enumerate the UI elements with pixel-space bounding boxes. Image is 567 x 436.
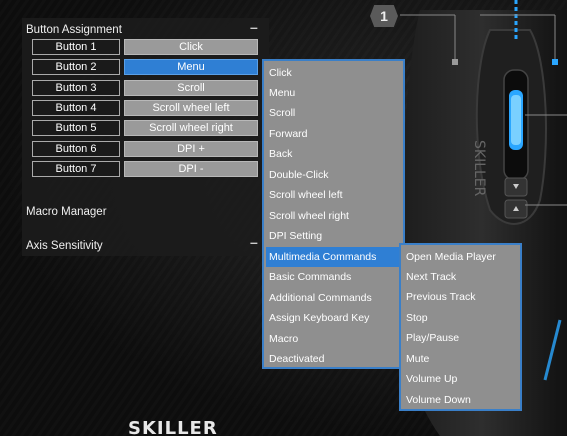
submenu-item-volume-down[interactable]: Volume Down — [403, 390, 520, 410]
button-label: Button 3 — [32, 80, 120, 96]
button-label: Button 4 — [32, 100, 120, 116]
menu-item-deactivated[interactable]: Deactivated — [266, 349, 403, 369]
menu-item-macro[interactable]: Macro — [266, 329, 403, 349]
button-label: Button 7 — [32, 161, 120, 177]
submenu-item-previous-track[interactable]: Previous Track — [403, 287, 520, 307]
button-label: Button 2 — [32, 59, 120, 75]
menu-item-scroll-wheel-right[interactable]: Scroll wheel right — [266, 206, 403, 226]
menu-item-scroll-wheel-left[interactable]: Scroll wheel left — [266, 185, 403, 205]
menu-item-menu[interactable]: Menu — [266, 83, 403, 103]
submenu-item-open-media-player[interactable]: Open Media Player — [403, 247, 520, 267]
button-value-select[interactable]: Scroll — [124, 80, 258, 96]
button-value-select[interactable]: DPI + — [124, 141, 258, 157]
button-value-select[interactable]: Scroll wheel left — [124, 100, 258, 116]
menu-item-scroll[interactable]: Scroll — [266, 103, 403, 123]
menu-item-multimedia-commands[interactable]: Multimedia Commands — [266, 247, 403, 267]
axis-sensitivity-title[interactable]: Axis Sensitivity — [26, 240, 103, 252]
collapse-axis-sensitivity[interactable]: – — [250, 234, 258, 250]
menu-item-double-click[interactable]: Double-Click — [266, 165, 403, 185]
button-value-select[interactable]: DPI - — [124, 161, 258, 177]
macro-manager-title[interactable]: Macro Manager — [26, 206, 107, 218]
menu-item-dpi-setting[interactable]: DPI Setting — [266, 226, 403, 246]
menu-item-forward[interactable]: Forward — [266, 124, 403, 144]
brand-logo: SKILLER — [128, 418, 218, 436]
submenu-item-next-track[interactable]: Next Track — [403, 267, 520, 287]
button-assignment-panel: Button Assignment – Button 1 Click Butto… — [22, 18, 269, 256]
button-value-select[interactable]: Click — [124, 39, 258, 55]
command-menu: Click Menu Scroll Forward Back Double-Cl… — [262, 59, 405, 369]
button-value-select[interactable]: Scroll wheel right — [124, 120, 258, 136]
mouse-brand-text: SKILLER — [471, 140, 487, 197]
submenu-item-mute[interactable]: Mute — [403, 349, 520, 369]
submenu-item-volume-up[interactable]: Volume Up — [403, 369, 520, 389]
submenu-item-stop[interactable]: Stop — [403, 308, 520, 328]
collapse-button-assignment[interactable]: – — [250, 19, 258, 35]
multimedia-submenu: Open Media Player Next Track Previous Tr… — [399, 243, 522, 411]
button-label: Button 1 — [32, 39, 120, 55]
menu-item-back[interactable]: Back — [266, 144, 403, 164]
button-assignment-title: Button Assignment — [26, 24, 122, 36]
button-label: Button 6 — [32, 141, 120, 157]
button-label: Button 5 — [32, 120, 120, 136]
menu-item-assign-keyboard-key[interactable]: Assign Keyboard Key — [266, 308, 403, 328]
button-value-select[interactable]: Menu — [124, 59, 258, 75]
menu-item-click[interactable]: Click — [266, 63, 403, 83]
menu-item-basic-commands[interactable]: Basic Commands — [266, 267, 403, 287]
submenu-item-play-pause[interactable]: Play/Pause — [403, 328, 520, 348]
menu-item-additional-commands[interactable]: Additional Commands — [266, 288, 403, 308]
